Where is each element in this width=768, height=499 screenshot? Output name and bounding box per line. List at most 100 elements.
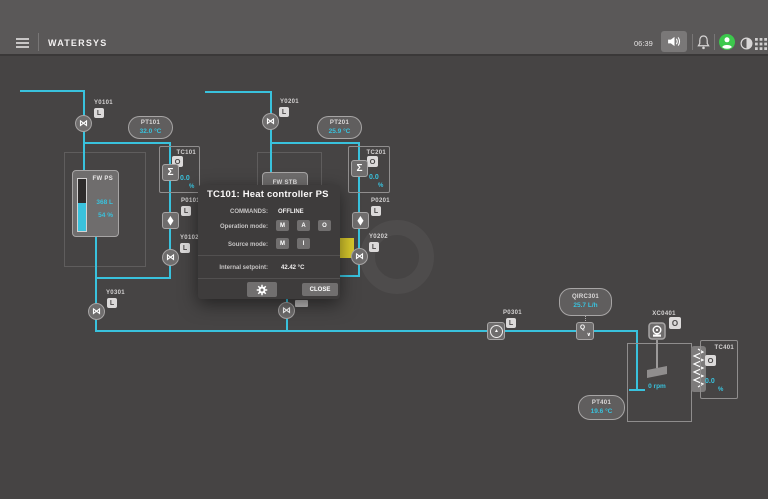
pump-circle: ▲ — [490, 325, 503, 338]
controller-output: 0.0 — [705, 378, 715, 385]
pipe — [271, 142, 360, 144]
setpoint-label: Internal setpoint: — [204, 265, 268, 271]
valve-y0102[interactable]: ⋈ — [162, 249, 179, 266]
src-mode-internal-button[interactable]: I — [297, 238, 310, 249]
topbar-separator — [692, 34, 693, 50]
tc101-dialog: TC101: Heat controller PS COMMANDS: OFFL… — [198, 185, 340, 299]
valve-y0101[interactable]: ⋈ — [75, 115, 92, 132]
pump-label: P0301 — [503, 310, 522, 316]
dialog-title: TC101: Heat controller PS — [207, 189, 329, 200]
user-button[interactable] — [719, 34, 735, 55]
sensor-value: 32.0 °C — [129, 128, 172, 135]
sensor-pt401[interactable]: PT401 19.6 °C — [578, 395, 625, 420]
menu-icon[interactable] — [16, 38, 29, 48]
valve-label: Y0102 — [180, 235, 199, 241]
lock-badge: L — [181, 206, 191, 216]
notifications-button[interactable] — [697, 35, 710, 55]
mixer-shaft — [656, 340, 658, 368]
pump-p0301[interactable]: ▲ — [487, 322, 505, 340]
valve-p0101[interactable]: ◆ — [162, 212, 179, 229]
pipe — [20, 90, 84, 92]
flow-sensor-icon[interactable]: Q ∨ — [576, 322, 594, 340]
volume-button[interactable] — [661, 31, 687, 52]
bell-icon — [697, 35, 710, 50]
mixer-paddle — [647, 366, 667, 378]
grid-icon — [755, 38, 767, 50]
flow-arrow: ∨ — [587, 333, 591, 339]
controller-unit: % — [378, 183, 383, 189]
controller-label: TC401 — [714, 345, 734, 351]
sensor-label: PT401 — [579, 400, 624, 406]
close-button[interactable]: CLOSE — [302, 283, 338, 296]
hidden-label-fragment — [295, 300, 308, 307]
valve-label: Y0301 — [106, 290, 125, 296]
valve-label: Y0202 — [369, 234, 388, 240]
heat-exchanger-icon[interactable]: Σ — [162, 164, 179, 181]
src-mode-manual-button[interactable]: M — [276, 238, 289, 249]
flow-letter: Q — [580, 325, 585, 332]
top-bar: WATERSYS 06:39 — [0, 0, 768, 56]
mode-badge: O — [669, 317, 681, 329]
lock-badge: L — [94, 108, 104, 118]
tank-fwps[interactable]: FW PS 368 L 54 % — [72, 170, 119, 237]
op-mode-auto-button[interactable]: A — [297, 220, 310, 231]
sensor-value: 19.6 °C — [579, 408, 624, 415]
tank-volume: 368 L — [96, 199, 113, 206]
level-gauge-fill — [78, 203, 86, 231]
controller-unit: % — [718, 387, 723, 393]
controller-output: 0.0 — [180, 175, 190, 182]
tank-label: FW PS — [93, 176, 114, 182]
valve-label: Y0101 — [94, 100, 113, 106]
valve-p0201[interactable]: ◆ — [352, 212, 369, 229]
scada-app: WATERSYS 06:39 — [0, 0, 768, 499]
level-gauge — [77, 178, 87, 232]
sensor-value: 25.9 °C — [318, 128, 361, 135]
contrast-icon — [740, 37, 753, 50]
lock-badge: L — [279, 107, 289, 117]
valve-label: P0201 — [371, 198, 390, 204]
apps-button[interactable] — [755, 37, 767, 55]
settings-button[interactable] — [247, 282, 277, 297]
lock-badge: L — [369, 242, 379, 252]
topbar-separator — [714, 34, 715, 50]
motor-icon[interactable] — [648, 322, 666, 340]
clock: 06:39 — [634, 39, 653, 48]
dialog-divider — [198, 278, 340, 279]
valve-y0202[interactable]: ⋈ — [351, 248, 368, 265]
decor-ring — [360, 220, 434, 294]
lock-badge: L — [506, 318, 516, 328]
op-mode-off-button[interactable]: O — [318, 220, 331, 231]
lock-badge: L — [371, 206, 381, 216]
valve-bottom-center[interactable]: ⋈ — [278, 302, 295, 319]
sensor-qirc301[interactable]: QIRC301 25.7 L/h — [559, 288, 612, 316]
valve-label: Y0201 — [280, 99, 299, 105]
gear-icon — [256, 284, 268, 296]
heat-exchanger-icon[interactable]: Σ — [351, 160, 368, 177]
sensor-value: 25.7 L/h — [560, 302, 611, 309]
valve-y0301[interactable]: ⋈ — [88, 303, 105, 320]
pipe — [96, 277, 171, 279]
setpoint-value: 42.42 °C — [281, 265, 304, 271]
lock-badge: L — [180, 243, 190, 253]
pipe — [270, 91, 272, 172]
operation-mode-label: Operation mode: — [204, 224, 268, 230]
pipe-main — [95, 330, 638, 332]
mode-badge: O — [367, 156, 378, 167]
speaker-icon — [667, 36, 682, 47]
mode-badge: O — [705, 355, 716, 366]
sensor-pt201[interactable]: PT201 25.9 °C — [317, 116, 362, 139]
valve-y0201[interactable]: ⋈ — [262, 113, 279, 130]
mixer-speed: 0 rpm — [640, 383, 674, 390]
controller-output: 0.0 — [369, 174, 379, 181]
sensor-pt101[interactable]: PT101 32.0 °C — [128, 116, 173, 139]
controller-unit: % — [189, 184, 194, 190]
dialog-divider — [198, 255, 340, 256]
source-mode-label: Source mode: — [204, 242, 268, 248]
theme-button[interactable] — [740, 37, 753, 55]
tank-level: 54 % — [98, 212, 113, 219]
op-mode-manual-button[interactable]: M — [276, 220, 289, 231]
commands-value: OFFLINE — [278, 209, 304, 215]
app-title: WATERSYS — [48, 38, 107, 48]
commands-label: COMMANDS: — [204, 209, 268, 215]
lock-badge: L — [107, 298, 117, 308]
